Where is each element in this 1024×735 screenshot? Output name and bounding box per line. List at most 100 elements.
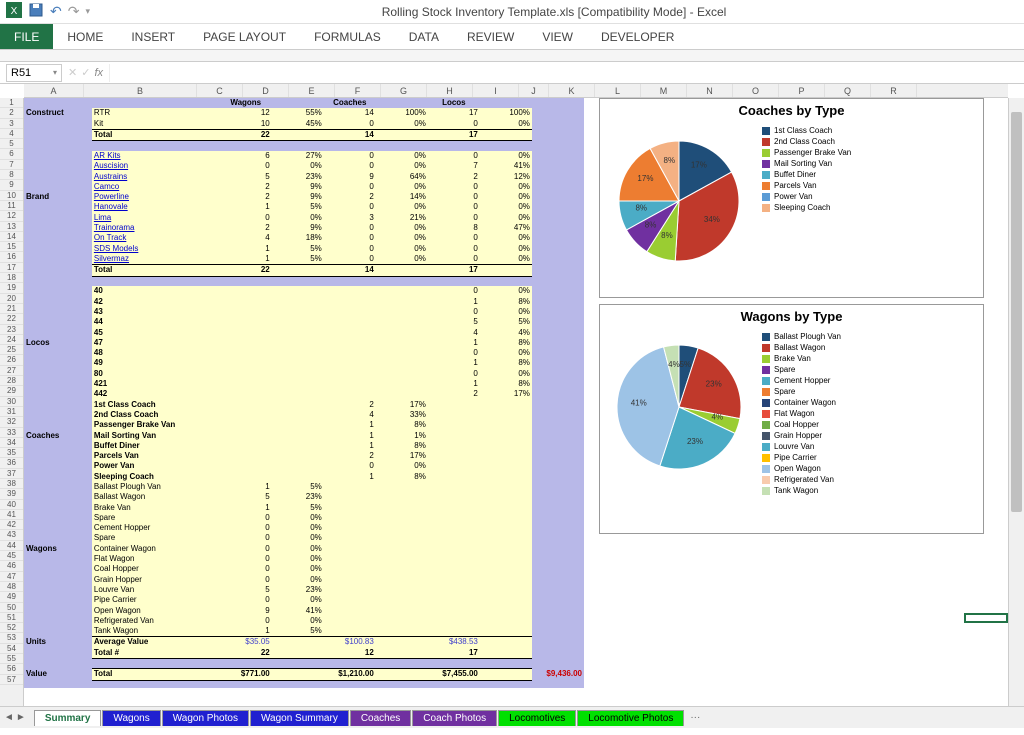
ribbon-tab-view[interactable]: VIEW <box>528 24 587 49</box>
row-header-27[interactable]: 27 <box>0 366 23 376</box>
row-header-22[interactable]: 22 <box>0 314 23 324</box>
formula-input[interactable] <box>109 64 1018 82</box>
vertical-scrollbar[interactable] <box>1008 98 1024 706</box>
row-header-35[interactable]: 35 <box>0 448 23 458</box>
column-header-B[interactable]: B <box>84 84 197 97</box>
column-header-H[interactable]: H <box>427 84 473 97</box>
fx-icon[interactable]: fx <box>94 67 103 79</box>
save-icon[interactable] <box>28 2 44 21</box>
row-header-36[interactable]: 36 <box>0 458 23 468</box>
sheet-tab-coach-photos[interactable]: Coach Photos <box>412 710 497 726</box>
row-header-31[interactable]: 31 <box>0 407 23 417</box>
file-tab[interactable]: FILE <box>0 24 53 49</box>
row-header-6[interactable]: 6 <box>0 149 23 159</box>
row-header-30[interactable]: 30 <box>0 397 23 407</box>
row-header-48[interactable]: 48 <box>0 582 23 592</box>
column-header-O[interactable]: O <box>733 84 779 97</box>
ribbon-tab-review[interactable]: REVIEW <box>453 24 528 49</box>
row-header-49[interactable]: 49 <box>0 592 23 602</box>
sheet-tab-wagons[interactable]: Wagons <box>102 710 160 726</box>
ribbon-tab-home[interactable]: HOME <box>53 24 117 49</box>
row-header-4[interactable]: 4 <box>0 129 23 139</box>
column-header-L[interactable]: L <box>595 84 641 97</box>
row-header-47[interactable]: 47 <box>0 572 23 582</box>
column-header-N[interactable]: N <box>687 84 733 97</box>
row-header-25[interactable]: 25 <box>0 345 23 355</box>
row-header-42[interactable]: 42 <box>0 520 23 530</box>
row-header-3[interactable]: 3 <box>0 119 23 129</box>
row-header-7[interactable]: 7 <box>0 160 23 170</box>
row-header-33[interactable]: 33 <box>0 428 23 438</box>
cancel-icon[interactable]: ✕ <box>68 66 77 79</box>
row-header-54[interactable]: 54 <box>0 644 23 654</box>
name-box[interactable]: R51 ▾ <box>6 64 62 82</box>
column-header-J[interactable]: J <box>519 84 549 97</box>
sheet-tab-coaches[interactable]: Coaches <box>350 710 411 726</box>
column-header-G[interactable]: G <box>381 84 427 97</box>
sheet-nav-prev-icon[interactable]: ◄ <box>4 712 14 723</box>
column-header-K[interactable]: K <box>549 84 595 97</box>
row-header-56[interactable]: 56 <box>0 664 23 674</box>
row-header-1[interactable]: 1 <box>0 98 23 108</box>
ribbon-tab-data[interactable]: DATA <box>395 24 453 49</box>
enter-icon[interactable]: ✓ <box>81 66 90 79</box>
row-header-21[interactable]: 21 <box>0 304 23 314</box>
name-box-dropdown-icon[interactable]: ▾ <box>53 68 57 77</box>
row-header-26[interactable]: 26 <box>0 355 23 365</box>
row-header-51[interactable]: 51 <box>0 613 23 623</box>
row-header-15[interactable]: 15 <box>0 242 23 252</box>
row-header-50[interactable]: 50 <box>0 603 23 613</box>
row-header-38[interactable]: 38 <box>0 479 23 489</box>
row-header-11[interactable]: 11 <box>0 201 23 211</box>
row-header-44[interactable]: 44 <box>0 541 23 551</box>
row-header-9[interactable]: 9 <box>0 180 23 190</box>
row-header-39[interactable]: 39 <box>0 489 23 499</box>
row-header-10[interactable]: 10 <box>0 191 23 201</box>
coaches-chart[interactable]: Coaches by Type17%34%8%8%8%17%8%1st Clas… <box>599 98 984 298</box>
row-header-40[interactable]: 40 <box>0 500 23 510</box>
row-header-13[interactable]: 13 <box>0 222 23 232</box>
row-header-52[interactable]: 52 <box>0 623 23 633</box>
row-header-57[interactable]: 57 <box>0 675 23 685</box>
column-header-F[interactable]: F <box>335 84 381 97</box>
row-header-55[interactable]: 55 <box>0 654 23 664</box>
row-header-43[interactable]: 43 <box>0 530 23 540</box>
sheet-tab-locomotives[interactable]: Locomotives <box>498 710 576 726</box>
column-header-Q[interactable]: Q <box>825 84 871 97</box>
row-header-28[interactable]: 28 <box>0 376 23 386</box>
column-header-P[interactable]: P <box>779 84 825 97</box>
row-header-41[interactable]: 41 <box>0 510 23 520</box>
scrollbar-thumb[interactable] <box>1011 112 1022 512</box>
row-header-20[interactable]: 20 <box>0 294 23 304</box>
sheet-tab-locomotive-photos[interactable]: Locomotive Photos <box>577 710 684 726</box>
sheet-tab-wagon-photos[interactable]: Wagon Photos <box>162 710 249 726</box>
sheet-tabs-more-icon[interactable]: ··· <box>690 712 700 723</box>
redo-icon[interactable]: ↷ <box>68 3 80 20</box>
row-header-5[interactable]: 5 <box>0 139 23 149</box>
row-header-45[interactable]: 45 <box>0 551 23 561</box>
column-header-D[interactable]: D <box>243 84 289 97</box>
column-header-E[interactable]: E <box>289 84 335 97</box>
row-header-17[interactable]: 17 <box>0 263 23 273</box>
ribbon-tab-developer[interactable]: DEVELOPER <box>587 24 688 49</box>
sheet-content[interactable]: WagonsCoachesLocosConstructRTR1255%14100… <box>24 98 1008 706</box>
row-header-23[interactable]: 23 <box>0 325 23 335</box>
row-header-18[interactable]: 18 <box>0 273 23 283</box>
column-header-M[interactable]: M <box>641 84 687 97</box>
row-header-19[interactable]: 19 <box>0 283 23 293</box>
row-header-12[interactable]: 12 <box>0 211 23 221</box>
row-header-24[interactable]: 24 <box>0 335 23 345</box>
undo-icon[interactable]: ↶ <box>50 3 62 20</box>
ribbon-tab-insert[interactable]: INSERT <box>117 24 189 49</box>
row-header-14[interactable]: 14 <box>0 232 23 242</box>
row-header-37[interactable]: 37 <box>0 469 23 479</box>
sheet-tab-wagon-summary[interactable]: Wagon Summary <box>250 710 349 726</box>
row-header-34[interactable]: 34 <box>0 438 23 448</box>
row-header-2[interactable]: 2 <box>0 108 23 118</box>
column-header-C[interactable]: C <box>197 84 243 97</box>
ribbon-tab-page-layout[interactable]: PAGE LAYOUT <box>189 24 300 49</box>
row-header-16[interactable]: 16 <box>0 252 23 262</box>
wagons-chart[interactable]: Wagons by Type5%23%4%23%41%4%Ballast Plo… <box>599 304 984 534</box>
column-header-I[interactable]: I <box>473 84 519 97</box>
row-header-8[interactable]: 8 <box>0 170 23 180</box>
